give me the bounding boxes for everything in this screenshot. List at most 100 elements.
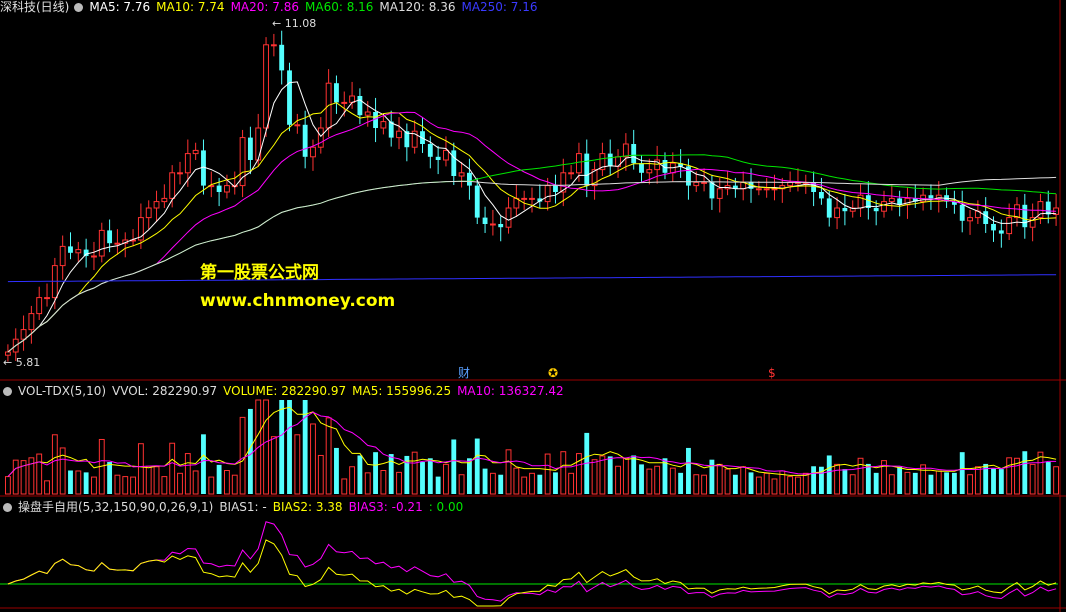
volume-bar [36,453,43,495]
candle-body [763,188,770,191]
candle-body [959,204,965,221]
volume-bar [334,447,339,494]
volume-bar [420,462,425,494]
candle-body [771,188,778,191]
volume-bar [763,472,770,495]
watermark-url: www.chnmoney.com [200,291,396,311]
volume-bar [177,472,183,495]
candle-body [247,137,253,160]
volume-bar [888,474,895,495]
candle-body [334,83,339,103]
volume-bar [458,474,465,495]
volume-bar [161,476,168,495]
candle-body [114,242,121,245]
candle-body [888,197,895,203]
volume-bar [287,400,292,494]
candle-body [505,207,512,228]
volume-bar [826,455,832,494]
volume-bar [51,434,58,495]
candle-body [466,172,472,186]
volume-bar [873,472,879,494]
volume-bar [107,462,113,494]
volume-bar [669,467,676,495]
candle-body [341,101,348,104]
candle-body [458,172,465,177]
volume-bar [740,466,747,495]
candle-body [239,137,246,187]
candle-body [380,121,387,129]
volume-bar [396,471,402,495]
candle-body [1045,201,1051,215]
volume-bar [169,442,176,495]
volume-bar [91,476,97,495]
candle-body [521,197,528,200]
volume-bar [904,471,911,495]
volume-bar [686,447,691,494]
candle-body [435,156,441,160]
candle-body [317,127,324,148]
volume-bar [568,472,575,495]
volume-bar [944,472,950,494]
candle-body [98,229,105,257]
volume-bar [184,453,191,495]
candle-body [59,245,66,267]
volume-bar [466,458,472,494]
watermark-cn: 第一股票公式网 [200,263,319,283]
candle-body [107,230,113,244]
volume-bar [701,474,708,495]
candle-body [1022,204,1028,228]
volume-bar [865,463,871,494]
volume-bar [646,468,653,495]
candle-body [4,351,11,356]
volume-bar [231,474,238,495]
volume-bar [294,434,301,495]
candle-body [91,255,97,258]
candle-body [991,224,996,231]
volume-bar [513,467,520,495]
volume-bar [68,470,73,494]
volume-bar [654,465,661,495]
volume-bar [771,478,778,495]
candle-body [607,153,613,167]
ma250-line [7,274,1057,283]
volume-bar [991,468,996,494]
volume-bar [83,472,89,494]
candle-body [28,313,35,331]
candle-body [145,207,152,219]
volume-bar [270,436,277,495]
ma10-line [7,102,1057,353]
volume-bar [967,474,973,495]
volume-bar [842,469,848,494]
volume-bar [317,454,324,495]
candle-body [192,149,199,155]
volume-bar [560,451,567,495]
volume-bar [591,459,598,495]
candle-body [553,185,558,192]
volume-bar [537,474,543,494]
candle-body [279,44,285,71]
candle-body [709,182,715,199]
candle-body [1014,204,1020,219]
volume-bar [364,472,371,495]
candle-body [75,249,82,254]
volume-bar [216,464,222,494]
volume-bar [615,465,621,495]
candle-body [20,329,27,340]
candle-body [897,198,903,205]
bias2-line [7,539,1057,607]
volume-bar [998,469,1004,494]
volume-bar [137,443,144,495]
volume-bar [1053,466,1060,495]
volume-bar [716,463,723,495]
volume-bar [553,472,558,494]
volume-bar [1045,462,1051,494]
volume-bar [239,416,246,495]
volume-bar [959,452,965,494]
volume-bar [607,456,613,494]
volume-bar [811,466,817,494]
volume-bar [474,438,480,494]
candle-body [576,153,582,174]
ma5-line [7,81,1057,353]
volume-bar [325,417,332,495]
candle-body [904,197,911,206]
